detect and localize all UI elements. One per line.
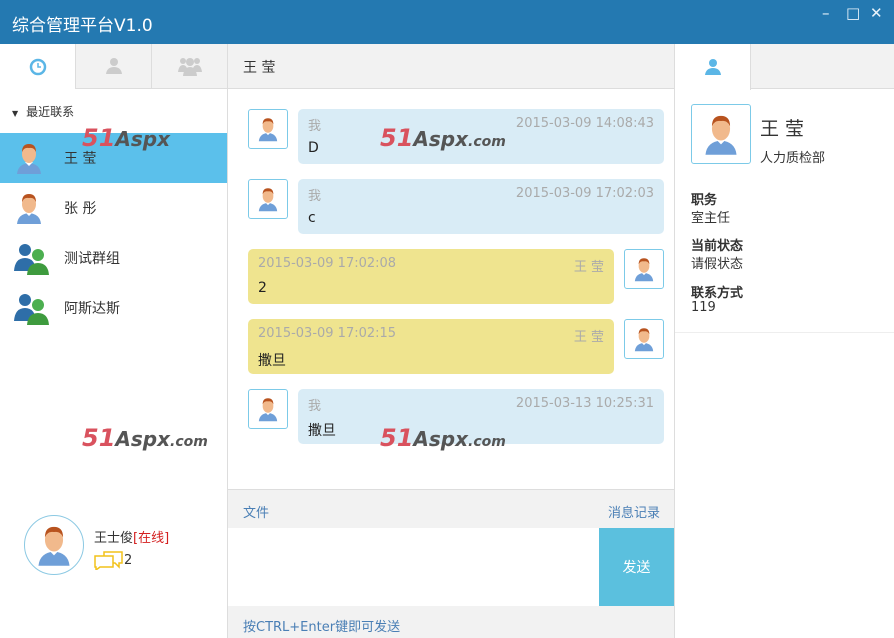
person-avatar-icon [255, 186, 281, 212]
person-avatar-icon [631, 256, 657, 282]
message-input[interactable] [228, 528, 599, 606]
message-text: 撒旦 [308, 423, 336, 439]
user-icon [105, 58, 122, 74]
avatar[interactable] [624, 249, 664, 289]
person-avatar-icon [255, 116, 281, 142]
person-avatar-icon [12, 191, 46, 225]
message-time: 2015-03-09 17:02:08 [258, 256, 397, 271]
person-avatar-icon [255, 396, 281, 422]
group-icon [177, 58, 202, 76]
avatar[interactable] [624, 319, 664, 359]
contact-item[interactable]: 王 莹 [0, 133, 227, 183]
send-hint: 按CTRL+Enter键即可发送 [228, 606, 674, 638]
clock-icon [29, 58, 46, 75]
app-title: 综合管理平台V1.0 [12, 16, 153, 36]
close-button[interactable]: ✕ [870, 4, 883, 22]
chat-message: 我 2015-03-09 14:08:43 D [248, 109, 664, 164]
person-avatar-icon [631, 326, 657, 352]
chat-bubbles-icon [94, 551, 123, 570]
profile-panel: 王 莹 人力质检部 职务 室主任 当前状态 请假状态 联系方式 119 [674, 44, 894, 638]
chat-message: 我 2015-03-13 10:25:31 撒旦 [248, 389, 664, 444]
current-user: 王士俊[在线] 2 [24, 515, 169, 575]
tab-contacts[interactable] [75, 44, 151, 89]
contact-name: 王 莹 [64, 151, 97, 167]
chat-message: 2015-03-09 17:02:15 王 莹 撒旦 [248, 319, 664, 374]
profile-dept: 人力质检部 [760, 151, 826, 166]
history-button[interactable]: 消息记录 [608, 502, 660, 521]
field-label: 联系方式 [691, 286, 744, 301]
chat-message: 2015-03-09 17:02:08 王 莹 2 [248, 249, 664, 304]
person-avatar-icon [12, 141, 46, 175]
message-count: 2 [124, 552, 133, 568]
user-name: 王士俊 [94, 531, 134, 546]
file-button[interactable]: 文件 [243, 502, 269, 521]
message-time: 2015-03-09 17:02:03 [515, 186, 654, 201]
tab-groups[interactable] [151, 44, 227, 89]
chat-panel: 王 莹 我 2015-03-09 14:08:43 D 我 2015-03-09… [228, 44, 674, 638]
person-avatar-icon [32, 523, 76, 567]
online-status: [在线] [133, 531, 170, 546]
message-time: 2015-03-13 10:25:31 [515, 396, 654, 411]
contacts-panel: ▼ 最近联系 王 莹 张 彤 测试群组 阿斯达斯 王士俊[在线] 2 [0, 44, 228, 638]
field-label: 当前状态 [691, 239, 744, 254]
maximize-button[interactable]: □ [846, 4, 860, 22]
person-avatar-icon [699, 112, 743, 156]
message-bubble: 我 2015-03-09 17:02:03 c [298, 179, 664, 234]
chat-toolbar: 文件 消息记录 [228, 489, 674, 528]
minimize-button[interactable]: – [822, 4, 830, 22]
field-label: 职务 [691, 193, 718, 208]
send-button[interactable]: 发送 [599, 528, 674, 606]
message-sender: 王 莹 [573, 260, 604, 275]
tab-recent[interactable] [0, 44, 75, 89]
contact-name: 阿斯达斯 [64, 301, 120, 317]
message-text: c [308, 210, 316, 226]
chat-message: 我 2015-03-09 17:02:03 c [248, 179, 664, 234]
user-icon [704, 59, 721, 75]
message-text: 2 [258, 280, 267, 296]
message-bubble: 2015-03-09 17:02:08 王 莹 2 [248, 249, 614, 304]
caret-down-icon: ▼ [12, 109, 19, 118]
message-bubble: 我 2015-03-13 10:25:31 撒旦 [298, 389, 664, 444]
field-value: 119 [691, 300, 716, 315]
contact-name: 张 彤 [64, 201, 97, 217]
contact-item[interactable]: 测试群组 [0, 233, 227, 283]
avatar[interactable] [248, 109, 288, 149]
tab-profile[interactable] [675, 44, 751, 90]
message-text: 撒旦 [258, 353, 286, 369]
field-value: 请假状态 [691, 257, 744, 272]
message-time: 2015-03-09 17:02:15 [258, 326, 397, 341]
avatar[interactable] [248, 389, 288, 429]
group-label: 最近联系 [26, 105, 75, 119]
message-time: 2015-03-09 14:08:43 [515, 116, 654, 131]
message-text: D [308, 140, 319, 156]
field-value: 室主任 [691, 211, 731, 226]
group-avatar-icon [12, 241, 52, 275]
profile-name: 王 莹 [760, 118, 805, 140]
contact-item[interactable]: 阿斯达斯 [0, 283, 227, 333]
contact-item[interactable]: 张 彤 [0, 183, 227, 233]
divider [675, 332, 894, 333]
message-sender: 王 莹 [573, 330, 604, 345]
message-bubble: 2015-03-09 17:02:15 王 莹 撒旦 [248, 319, 614, 374]
message-bubble: 我 2015-03-09 14:08:43 D [298, 109, 664, 164]
contact-name: 测试群组 [64, 251, 120, 267]
recent-group-header[interactable]: ▼ 最近联系 [0, 89, 227, 133]
avatar[interactable] [248, 179, 288, 219]
messages-indicator[interactable]: 2 [94, 550, 169, 570]
profile-avatar [691, 104, 751, 164]
title-bar: 综合管理平台V1.0 – □ ✕ [0, 0, 894, 44]
avatar[interactable] [24, 515, 84, 575]
group-avatar-icon [12, 291, 52, 325]
chat-title: 王 莹 [228, 44, 674, 89]
